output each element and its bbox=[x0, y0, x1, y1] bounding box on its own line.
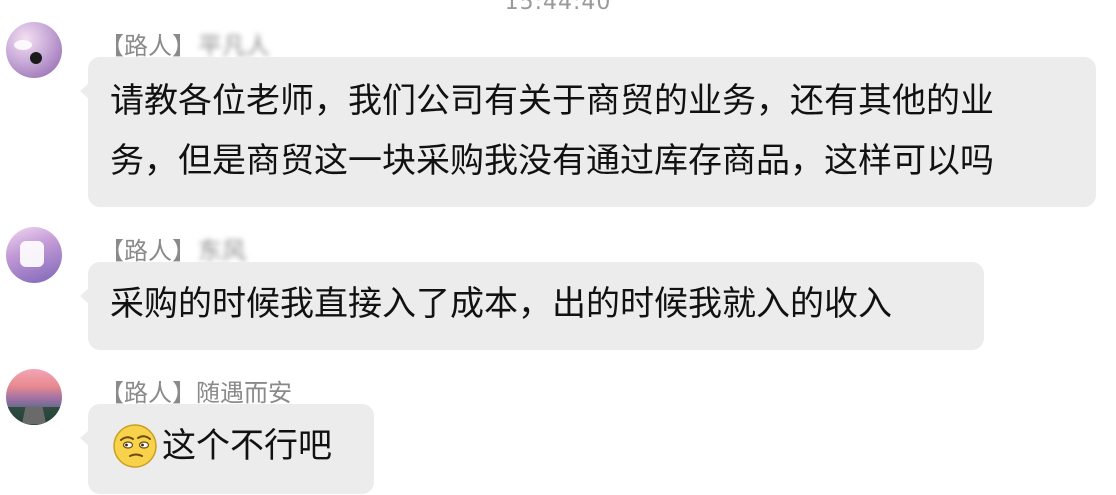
message-content: 这个不行吧 bbox=[110, 418, 352, 474]
message-bubble[interactable]: 这个不行吧 bbox=[80, 404, 374, 494]
message-bubble[interactable]: 采购的时候我直接入了成本，出的时候我就入的收入 bbox=[80, 262, 984, 350]
sender-name-blurred: 平凡人 bbox=[198, 32, 270, 60]
message-line: 这个不行吧 bbox=[162, 426, 332, 466]
avatar[interactable] bbox=[6, 22, 62, 78]
message-line: 请教各位老师，我们公司有关于商贸的业务，还有其他的业 bbox=[110, 81, 994, 121]
avatar-shape bbox=[20, 241, 44, 267]
thinking-face-emoji bbox=[113, 423, 157, 468]
sender-name: 【路人】随遇而安 bbox=[100, 373, 292, 408]
avatar[interactable] bbox=[6, 227, 62, 283]
avatar-road bbox=[21, 406, 47, 425]
bubble-tail bbox=[80, 430, 89, 446]
bubble-tail bbox=[80, 83, 89, 99]
message-bubble[interactable]: 请教各位老师，我们公司有关于商贸的业务，还有其他的业 务，但是商贸这一块采购我没… bbox=[80, 57, 1096, 207]
message-timestamp: 15:44:40 bbox=[504, 0, 612, 15]
bubble-tail bbox=[80, 288, 89, 304]
sender-tag: 【路人】 bbox=[100, 32, 196, 60]
chat-window: 15:44:40 【路人】平凡人 请教各位老师，我们公司有关于商贸的业务，还有其… bbox=[0, 0, 1116, 495]
sender-name-text: 随遇而安 bbox=[196, 379, 292, 407]
avatar-dot bbox=[30, 52, 42, 64]
message-line: 务，但是商贸这一块采购我没有通过库存商品，这样可以吗 bbox=[110, 141, 994, 181]
sender-name-blurred: 东风 bbox=[198, 237, 246, 265]
avatar[interactable] bbox=[6, 369, 62, 425]
sender-name: 【路人】平凡人 bbox=[100, 26, 270, 61]
sender-tag: 【路人】 bbox=[100, 379, 196, 407]
sender-tag: 【路人】 bbox=[100, 237, 196, 265]
avatar-highlight bbox=[14, 40, 32, 50]
message-line: 采购的时候我直接入了成本，出的时候我就入的收入 bbox=[110, 284, 892, 324]
sender-name: 【路人】东风 bbox=[100, 231, 246, 266]
